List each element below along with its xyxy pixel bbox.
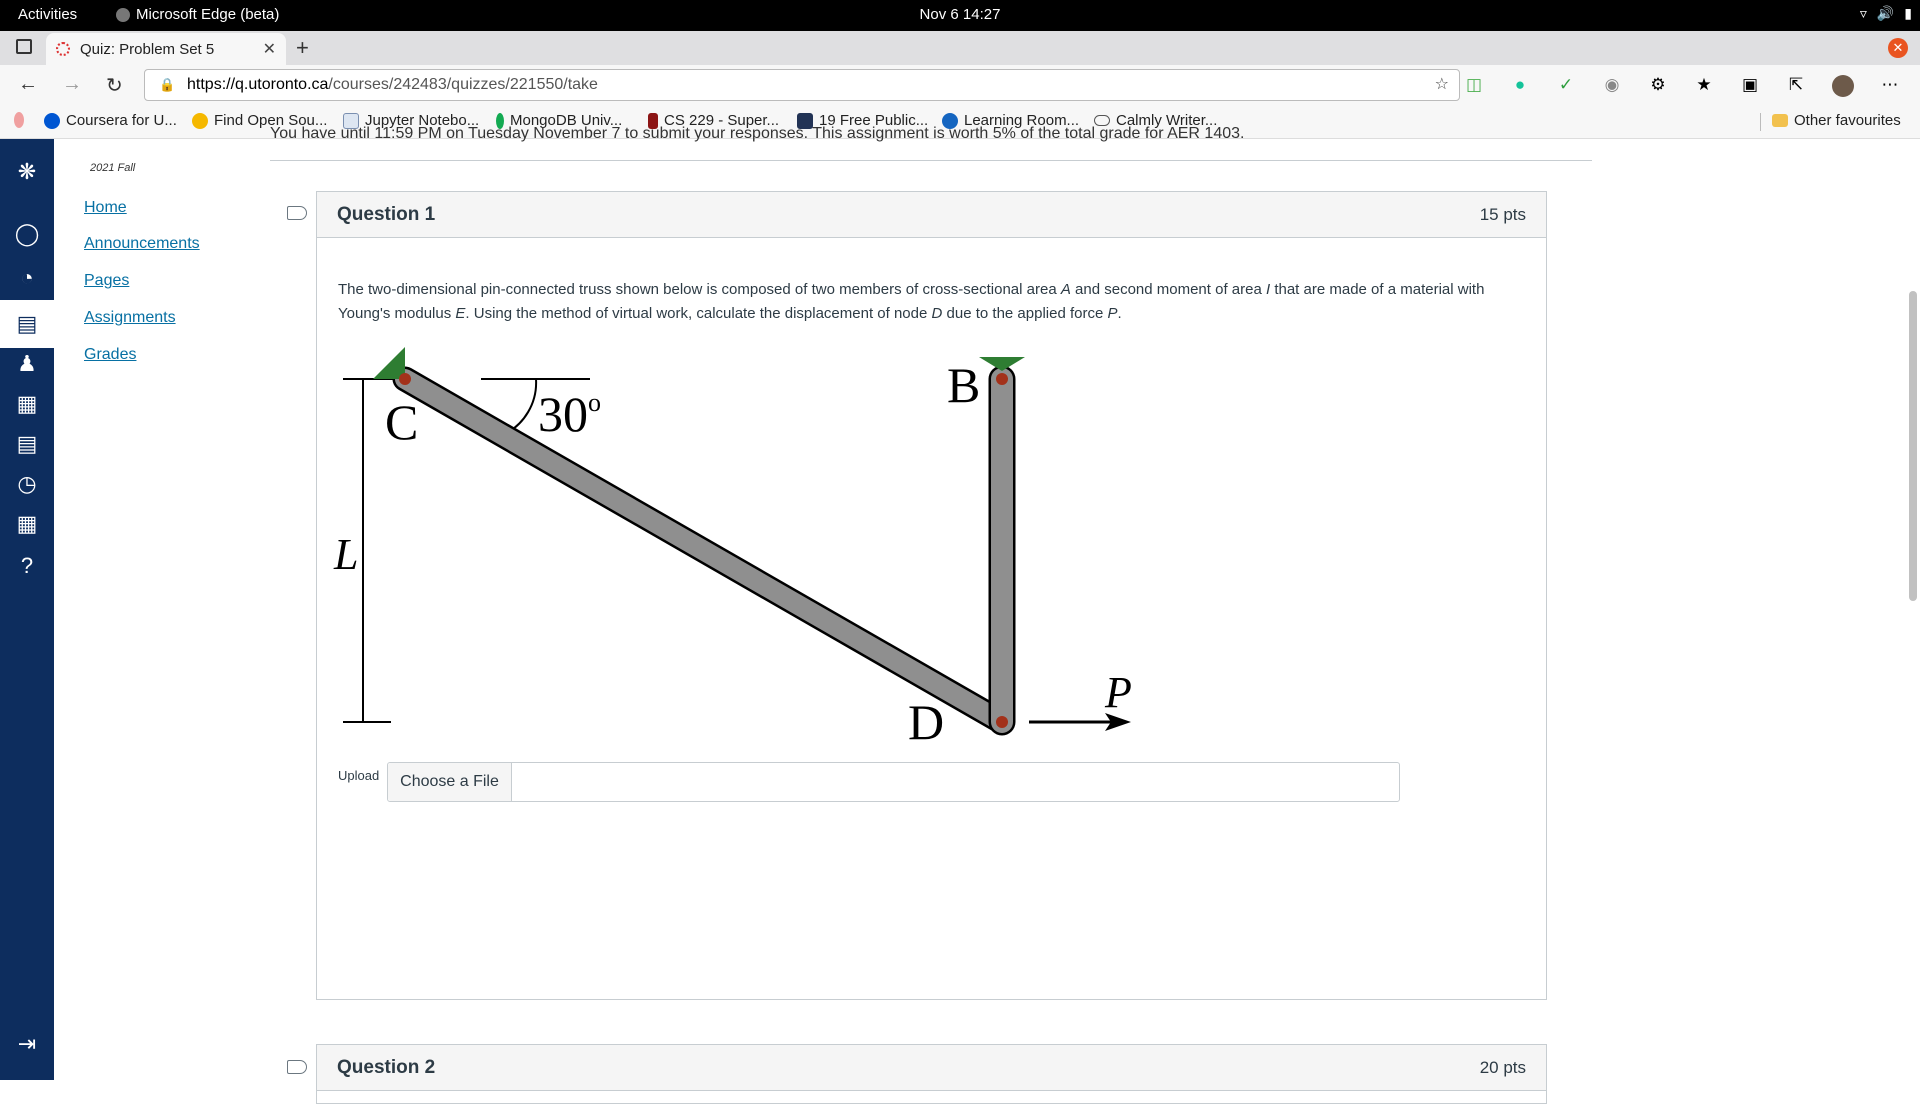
question-1-title: Question 1 (337, 203, 436, 225)
share-icon[interactable]: ⇱ (1786, 75, 1806, 97)
angle-label: 30o (538, 386, 601, 442)
wifi-icon: ▿ (1859, 5, 1867, 21)
emoji-icon (192, 112, 208, 129)
extensions-icon[interactable]: ⚙ (1648, 75, 1668, 97)
system-top-bar: Activities Microsoft Edge (beta) Nov 6 1… (0, 0, 1920, 31)
flag-question-1-icon[interactable] (287, 206, 307, 220)
groups-icon[interactable]: ♟ (12, 349, 42, 379)
label-d: D (908, 694, 944, 750)
new-tab-icon[interactable]: + (296, 35, 309, 61)
bookmarks-divider (1760, 113, 1761, 131)
course-nav-announcements[interactable]: Announcements (84, 235, 200, 253)
pin-c (399, 373, 411, 385)
lock-icon[interactable]: 🔒 (159, 70, 175, 100)
tab-title: Quiz: Problem Set 5 (80, 40, 215, 58)
address-bar[interactable]: 🔒 https://q.utoronto.ca/courses/242483/q… (144, 69, 1460, 101)
coursera-icon (44, 112, 60, 129)
page-content: ❋ ◯ ◔ ▤ ♟ ▦ ▤ ◷ ▦ ? ⇥ 2021 Fall Home Ann… (0, 125, 1920, 1104)
back-icon[interactable]: ← (18, 73, 38, 96)
mouse-extension-icon[interactable]: ◉ (1602, 75, 1622, 97)
favourites-icon[interactable]: ★ (1694, 75, 1714, 97)
window-close-icon[interactable]: ✕ (1888, 38, 1908, 58)
account-icon[interactable]: ◯ (12, 219, 42, 249)
volume-icon: 🔊 (1876, 5, 1895, 21)
question-2-title: Question 2 (337, 1056, 436, 1078)
grammarly-icon[interactable]: ● (1510, 75, 1530, 97)
label-b: B (947, 357, 980, 413)
commons-icon[interactable]: ▦ (12, 509, 42, 539)
inbox-icon[interactable]: ▤ (12, 429, 42, 459)
flag-question-2-icon[interactable] (287, 1060, 307, 1074)
question-1-points: 15 pts (1479, 204, 1526, 224)
other-favourites[interactable]: Other favourites (1772, 112, 1901, 129)
bookmark-pin-icon[interactable] (14, 112, 24, 128)
collapse-nav-icon[interactable]: ⇥ (12, 1029, 42, 1059)
navigation-bar: ← → ↻ 🔒 https://q.utoronto.ca/courses/24… (0, 65, 1920, 105)
member-cd (392, 366, 1015, 735)
label-l: L (333, 530, 358, 579)
inbox-extension-icon[interactable]: ◫ (1464, 75, 1484, 97)
more-options-icon[interactable]: ⋯ (1880, 75, 1900, 97)
tab-strip: Quiz: Problem Set 5 ✕ + ✕ (0, 31, 1920, 65)
system-tray[interactable]: ▿ 🔊 ▮ (1860, 5, 1912, 22)
clock[interactable]: Nov 6 14:27 (0, 6, 1920, 23)
divider (270, 160, 1592, 161)
collections-icon[interactable]: ▣ (1740, 75, 1760, 97)
pin-b (996, 373, 1008, 385)
courses-icon[interactable]: ▤ (12, 309, 42, 339)
support-b (979, 357, 1025, 371)
tab-actions-icon[interactable] (16, 39, 32, 54)
support-c (373, 347, 405, 379)
question-2-header: Question 2 20 pts (317, 1045, 1546, 1091)
bookmark-coursera[interactable]: Coursera for U... (44, 112, 177, 129)
help-icon[interactable]: ? (12, 551, 42, 581)
history-icon[interactable]: ◷ (12, 469, 42, 499)
check-extension-icon[interactable]: ✓ (1556, 75, 1576, 97)
pin-d (996, 716, 1008, 728)
course-nav-pages[interactable]: Pages (84, 272, 129, 290)
course-nav-assignments[interactable]: Assignments (84, 309, 176, 327)
page-scrollbar[interactable] (1906, 139, 1920, 1080)
question-2-points: 20 pts (1479, 1057, 1526, 1077)
url-path: /courses/242483/quizzes/221550/take (328, 76, 598, 93)
question-2: Question 2 20 pts (316, 1044, 1547, 1104)
question-1-text: The two-dimensional pin-connected truss … (338, 281, 1485, 322)
label-p: P (1104, 668, 1132, 717)
course-nav-home[interactable]: Home (84, 199, 127, 217)
calendar-icon[interactable]: ▦ (12, 389, 42, 419)
university-logo-icon[interactable]: ❋ (12, 157, 42, 187)
profile-avatar-icon[interactable] (1832, 75, 1854, 97)
refresh-icon[interactable]: ↻ (106, 73, 123, 98)
url-host: https://q.utoronto.ca (187, 76, 329, 93)
label-c: C (385, 394, 418, 450)
forward-icon[interactable]: → (62, 73, 82, 96)
global-navigation: ❋ ◯ ◔ ▤ ♟ ▦ ▤ ◷ ▦ ? ⇥ (0, 139, 54, 1080)
tab-quiz[interactable]: Quiz: Problem Set 5 ✕ (46, 33, 286, 65)
battery-icon: ▮ (1904, 5, 1912, 21)
add-favourite-icon[interactable]: ☆ (1435, 70, 1449, 100)
quiz-instructions: You have until 11:59 PM on Tuesday Novem… (270, 125, 1245, 142)
question-1: Question 1 15 pts The two-dimensional pi… (316, 191, 1547, 1000)
truss-diagram: L 30o C B D P (333, 347, 1132, 750)
course-nav-grades[interactable]: Grades (84, 346, 136, 364)
file-upload-field[interactable]: Choose a File (387, 762, 1400, 802)
toolbar-extensions: ◫ ● ✓ ◉ ⚙ ★ ▣ ⇱ ⋯ (1464, 75, 1900, 97)
loading-icon (56, 42, 70, 56)
choose-file-button[interactable]: Choose a File (388, 763, 512, 801)
upload-label: Upload (338, 768, 380, 783)
folder-icon (1772, 114, 1788, 127)
tab-close-icon[interactable]: ✕ (263, 39, 276, 59)
question-1-header: Question 1 15 pts (317, 192, 1546, 238)
dashboard-icon[interactable]: ◔ (12, 263, 42, 293)
term-label: 2021 Fall (90, 162, 136, 174)
scrollbar-thumb[interactable] (1909, 291, 1917, 601)
